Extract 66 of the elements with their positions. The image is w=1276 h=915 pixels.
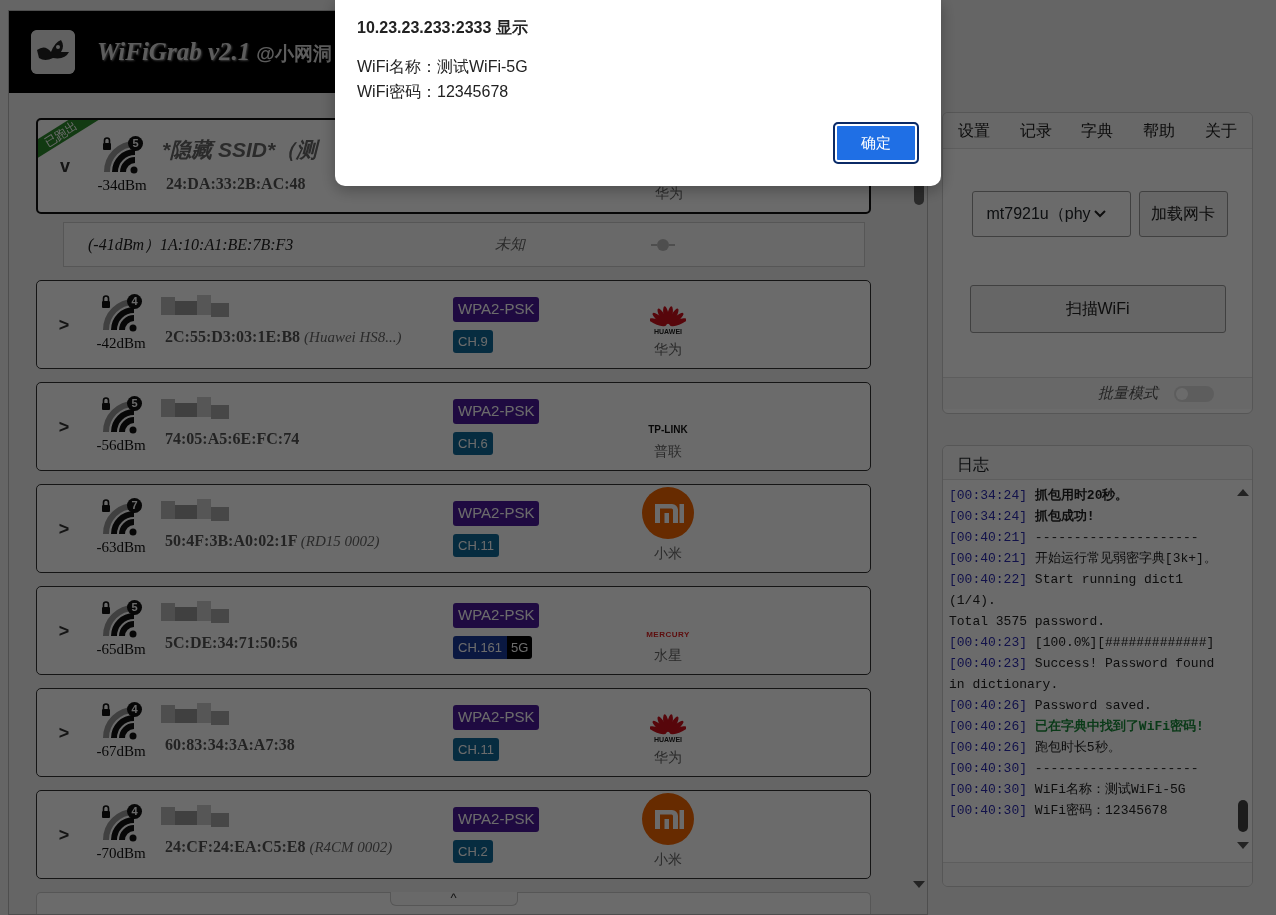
- channel-tag: CH.11: [453, 737, 499, 761]
- signal-strength: -65dBm: [96, 640, 146, 660]
- network-name: *隐藏 SSID*（测: [162, 137, 321, 163]
- log-line: [00:40:26] Password saved.: [949, 697, 1153, 715]
- vendor-name: 小米: [654, 850, 682, 869]
- log-line: [00:40:30] WiFi名称：测试WiFi-5G: [949, 781, 1187, 799]
- band-tag: 5G: [507, 635, 533, 659]
- mac-address: 2C:55:D3:03:1E:B8 (Huawei HS8...): [164, 327, 403, 347]
- dialog-message: WiFi密码：12345678: [357, 82, 510, 102]
- log-line: [00:40:30] ---------------------: [949, 760, 1200, 778]
- channel-tag: CH.9: [453, 329, 493, 353]
- vendor-name: 小米: [654, 544, 682, 563]
- channel-tag: CH.161: [453, 635, 508, 659]
- client-count-badge: 5: [127, 600, 142, 616]
- log-line: [00:40:23] [100.0%][#############]: [949, 634, 1216, 652]
- log-line: [00:40:22] Start running dict1 (1/4).: [949, 571, 1185, 610]
- batch-mode-label: 批量模式: [1098, 383, 1158, 404]
- dialog-title: 10.23.23.233:2333 显示: [357, 18, 529, 38]
- log-line: [00:40:23] Success! Password found in dictionary.: [949, 655, 1216, 694]
- security-tag: WPA2-PSK: [453, 399, 540, 424]
- client-count-badge: 4: [127, 804, 142, 820]
- signal-strength: -63dBm: [96, 538, 146, 558]
- signal-strength: -42dBm: [96, 334, 146, 354]
- mac-address: 5C:DE:34:71:50:56: [164, 633, 299, 653]
- app-title: WiFiGrab v2.1: [97, 38, 251, 66]
- author-label: @小网洞: [256, 43, 332, 65]
- log-line: [00:40:21] ---------------------: [949, 529, 1200, 547]
- log-line: [00:34:24] 抓包用时20秒。: [949, 487, 1130, 505]
- channel-tag: CH.2: [453, 839, 493, 863]
- logo-text: TP-LINK: [648, 423, 688, 437]
- mac-address: 24:DA:33:2B:AC:48: [165, 173, 307, 194]
- log-line: Total 3575 password.: [949, 613, 1107, 631]
- mac-address: 60:83:34:3A:A7:38: [164, 735, 296, 755]
- security-tag: WPA2-PSK: [453, 603, 540, 628]
- security-tag: WPA2-PSK: [453, 705, 540, 730]
- client-count-badge: 7: [127, 498, 142, 514]
- client-count-badge: 4: [127, 294, 142, 310]
- vendor-name: 水星: [654, 646, 682, 665]
- log-line: [00:40:21] 开始运行常见弱密字典[3k+]。: [949, 550, 1218, 568]
- channel-tag: CH.6: [453, 431, 493, 455]
- client-address: (-41dBm）1A:10:A1:BE:7B:F3: [87, 234, 295, 256]
- client-count-badge: 4: [127, 702, 142, 718]
- dialog-message: WiFi名称：测试WiFi-5G: [357, 57, 529, 77]
- security-tag: WPA2-PSK: [453, 807, 540, 832]
- signal-strength: -70dBm: [96, 844, 146, 864]
- signal-strength: -34dBm: [97, 175, 147, 195]
- channel-tag: CH.11: [453, 533, 499, 557]
- security-tag: WPA2-PSK: [453, 501, 540, 526]
- vendor-name: 华为: [654, 748, 682, 767]
- log-line: [00:40:26] 跑包时长5秒。: [949, 739, 1122, 757]
- signal-strength: -67dBm: [96, 742, 146, 762]
- vendor-name: 华为: [654, 340, 682, 359]
- client-count-badge: 5: [127, 396, 142, 412]
- client-count-badge: 5: [128, 135, 143, 151]
- logo-text: MERCURY: [646, 629, 690, 641]
- mac-address: 24:CF:24:EA:C5:E8 (R4CM 0002): [164, 837, 394, 857]
- log-title: 日志: [943, 446, 1252, 480]
- mac-address: 74:05:A5:6E:FC:74: [164, 429, 301, 449]
- vendor-name: 未知: [494, 235, 527, 255]
- vendor-name: 普联: [654, 442, 682, 461]
- log-line: [00:40:26] 已在字典中找到了WiFi密码!: [949, 717, 1205, 736]
- log-line: [00:40:30] WiFi密码：12345678: [949, 802, 1169, 820]
- signal-strength: -56dBm: [96, 436, 146, 456]
- log-line: [00:34:24] 抓包成功!: [949, 508, 1096, 526]
- security-tag: WPA2-PSK: [453, 297, 540, 322]
- mac-address: 50:4F:3B:A0:02:1F (RD15 0002): [164, 531, 381, 551]
